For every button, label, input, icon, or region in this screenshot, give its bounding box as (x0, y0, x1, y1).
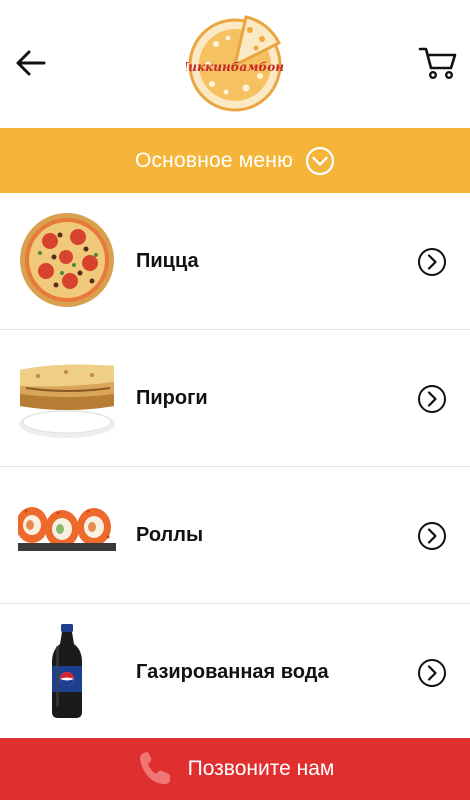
chevron-down-circle-icon (305, 146, 335, 175)
call-us-label: Позвоните нам (187, 757, 335, 780)
app-header: Чиккинбамбони (0, 0, 470, 128)
category-label: Пицца (136, 250, 199, 272)
category-item-pizza[interactable]: Пицца (0, 193, 470, 330)
category-label: Роллы (136, 524, 204, 546)
chevron-right-circle-icon (418, 659, 446, 687)
logo[interactable]: Чиккинбамбони (186, 12, 284, 114)
category-item-pies[interactable]: Пироги (0, 330, 470, 467)
soda-bottle-image (52, 624, 82, 718)
main-menu-selector[interactable]: Основное меню (0, 128, 470, 193)
chevron-right-circle-icon (418, 248, 446, 276)
category-label: Пироги (136, 387, 208, 409)
pizza-image (20, 213, 114, 307)
chevron-right-circle-icon (418, 522, 446, 550)
arrow-left-icon[interactable] (14, 46, 48, 80)
main-menu-label: Основное меню (134, 148, 294, 172)
cart-icon[interactable] (418, 44, 458, 80)
logo-text: Чиккинбамбони (186, 60, 284, 74)
chevron-right-circle-icon (418, 385, 446, 413)
category-label: Газированная вода (136, 661, 329, 683)
category-list: Пицца Пироги Роллы Газированная вода (0, 193, 470, 741)
category-item-soda[interactable]: Газированная вода (0, 604, 470, 741)
call-us-button[interactable]: Позвоните нам (0, 738, 470, 800)
pie-image (19, 364, 115, 438)
phone-icon (139, 752, 170, 785)
category-item-rolls[interactable]: Роллы (0, 467, 470, 604)
rolls-image (18, 507, 116, 551)
